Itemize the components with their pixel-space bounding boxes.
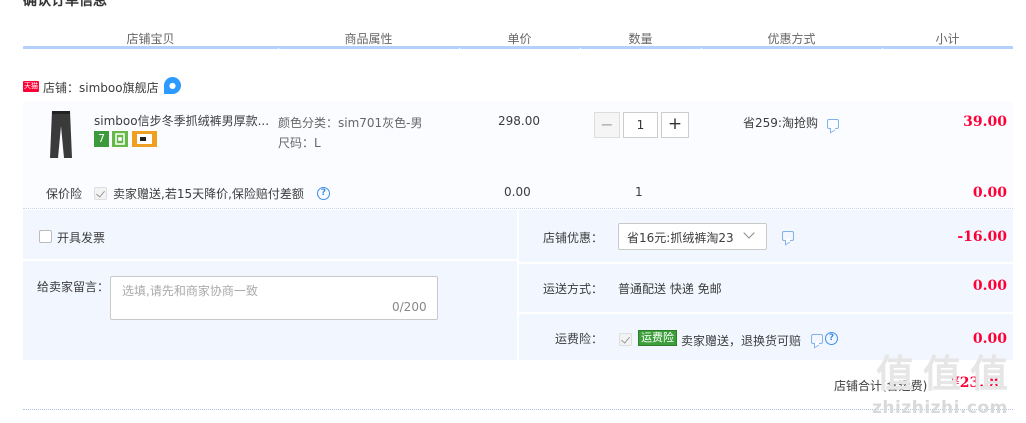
- price-protect-subtotal: 0.00: [972, 185, 1007, 201]
- return-insurance-desc: 卖家赠送，退换货可赔: [681, 334, 802, 348]
- col-header-subtotal: 小计: [935, 32, 960, 46]
- invoice-checkbox[interactable]: [39, 230, 52, 243]
- watermark-glyph: 值: [876, 352, 915, 396]
- return-insurance-badge: 运费险: [638, 330, 677, 346]
- row-divider: [23, 259, 517, 261]
- price-protect-qty: 1: [635, 185, 643, 199]
- return-info-icon[interactable]: [811, 334, 823, 344]
- discount-info-icon[interactable]: [827, 119, 839, 129]
- qty-increase-button[interactable]: +: [661, 112, 689, 138]
- header-separator: [459, 48, 460, 50]
- return-insurance-label: 运费险：: [555, 332, 604, 346]
- header-separator: [278, 48, 279, 50]
- header-separator: [882, 48, 883, 50]
- wangwang-chat-icon[interactable]: ●: [164, 77, 181, 94]
- quality-badge-icon: [112, 131, 128, 147]
- bottom-divider: [23, 409, 1013, 410]
- help-icon[interactable]: ?: [825, 332, 838, 345]
- shipping-method: 普通配送 快递 免邮: [618, 282, 722, 296]
- message-char-count: 0/200: [392, 300, 427, 314]
- header-separator: [701, 48, 702, 50]
- price-protect-label: 保价险: [46, 187, 83, 201]
- col-header-discount: 优惠方式: [767, 32, 816, 46]
- invoice-label[interactable]: 开具发票: [57, 229, 105, 246]
- prop-color: 颜色分类：sim701灰色-男: [278, 116, 423, 130]
- col-header-item: 店铺宝贝: [126, 32, 175, 46]
- row-divider: [519, 312, 1013, 314]
- product-thumbnail[interactable]: [40, 108, 82, 162]
- col-header-qty: 数量: [628, 32, 653, 46]
- product-title-link[interactable]: simboo信步冬季抓绒裤男厚款...: [94, 112, 269, 129]
- page-title: 确认订单信息: [23, 0, 107, 9]
- qty-decrease-button[interactable]: −: [594, 112, 620, 138]
- store-discount-label: 店铺优惠：: [543, 231, 604, 245]
- credit-card-badge-icon: [132, 131, 157, 147]
- shipping-value: 0.00: [972, 278, 1007, 294]
- watermark-text: zhizhizhi.com: [872, 398, 1008, 418]
- item-discount: 省259:淘抢购: [743, 116, 818, 130]
- price-protect-price: 0.00: [504, 185, 531, 199]
- watermark-glyph: 值: [970, 352, 1009, 396]
- return-insurance-checkbox[interactable]: [619, 333, 632, 346]
- shipping-label: 运送方式：: [543, 282, 604, 296]
- col-header-price: 单价: [507, 32, 532, 46]
- tmall-icon: 天猫: [23, 81, 39, 92]
- store-discount-selected: 省16元:抓绒裤淘23: [627, 231, 734, 245]
- message-placeholder: 选填,请先和商家协商一致: [122, 284, 258, 298]
- row-divider: [519, 262, 1013, 264]
- panel-divider: [517, 210, 519, 360]
- col-header-props: 商品属性: [344, 32, 393, 46]
- prop-size: 尺码：L: [278, 136, 321, 150]
- discount-info-icon[interactable]: [782, 231, 794, 241]
- store-name-link[interactable]: 店铺：simboo旗舰店: [43, 79, 159, 96]
- store-discount-value: -16.00: [957, 229, 1007, 245]
- header-separator: [580, 48, 581, 50]
- watermark-glyph: 值: [923, 352, 962, 396]
- header-divider: [23, 46, 1013, 49]
- price-protect-desc: 卖家赠送,若15天降价,保险赔付差额: [113, 187, 304, 201]
- item-subtotal: 39.00: [963, 114, 1007, 130]
- 7-day-return-badge: 7: [94, 131, 109, 147]
- unit-price: 298.00: [498, 114, 540, 128]
- qty-input[interactable]: 1: [623, 112, 658, 138]
- help-icon[interactable]: ?: [317, 187, 330, 200]
- price-protect-checkbox[interactable]: [94, 187, 107, 200]
- message-label: 给卖家留言：: [37, 280, 110, 294]
